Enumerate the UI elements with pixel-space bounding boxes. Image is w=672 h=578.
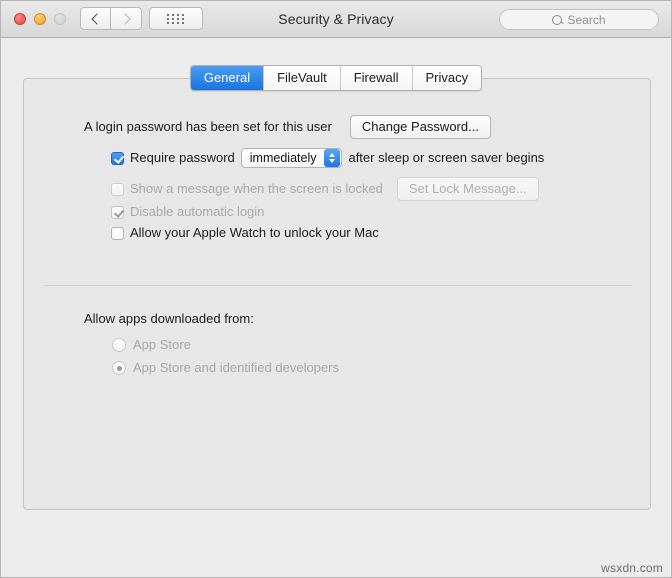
section-divider xyxy=(44,285,632,286)
app-store-identified-developers-radio xyxy=(112,361,126,375)
security-privacy-window: Security & Privacy Search General FileVa… xyxy=(0,0,672,578)
change-password-button[interactable]: Change Password... xyxy=(349,115,491,139)
search-input[interactable]: Search xyxy=(499,9,659,30)
apple-watch-row: Allow your Apple Watch to unlock your Ma… xyxy=(111,225,379,241)
require-password-delay-select[interactable]: immediately xyxy=(240,148,343,168)
tab-firewall[interactable]: Firewall xyxy=(339,66,412,90)
login-password-status: A login password has been set for this u… xyxy=(84,119,332,134)
gatekeeper-heading: Allow apps downloaded from: xyxy=(84,311,254,326)
lock-message-label: Show a message when the screen is locked xyxy=(130,181,383,196)
tab-filevault[interactable]: FileVault xyxy=(263,66,340,90)
lock-message-row: Show a message when the screen is locked… xyxy=(111,177,539,201)
require-password-checkbox[interactable] xyxy=(111,151,124,165)
tab-privacy[interactable]: Privacy xyxy=(411,66,482,90)
gatekeeper-option-app-store: App Store xyxy=(112,337,191,353)
require-password-row: Require password immediately after sleep… xyxy=(111,148,544,168)
require-password-suffix-label: after sleep or screen saver begins xyxy=(348,150,545,165)
watermark: wsxdn.com xyxy=(601,561,663,575)
search-icon xyxy=(552,14,563,25)
app-store-radio xyxy=(112,338,126,352)
apple-watch-checkbox[interactable] xyxy=(111,226,124,240)
disable-auto-login-checkbox xyxy=(111,205,124,219)
gatekeeper-option-identified-developers: App Store and identified developers xyxy=(112,360,339,376)
apple-watch-label: Allow your Apple Watch to unlock your Ma… xyxy=(130,225,379,240)
disable-auto-login-row: Disable automatic login xyxy=(111,204,264,220)
gatekeeper-heading-row: Allow apps downloaded from: xyxy=(84,311,254,327)
window-titlebar: Security & Privacy Search xyxy=(1,1,671,38)
require-password-delay-value: immediately xyxy=(249,151,317,165)
tab-general[interactable]: General xyxy=(190,66,264,90)
disable-auto-login-label: Disable automatic login xyxy=(130,204,265,219)
require-password-label: Require password xyxy=(130,150,235,165)
app-store-label: App Store xyxy=(133,337,191,352)
chevron-updown-icon xyxy=(324,149,341,167)
preference-tabs: General FileVault Firewall Privacy xyxy=(1,65,671,91)
login-password-row: A login password has been set for this u… xyxy=(84,115,491,139)
general-pane: A login password has been set for this u… xyxy=(23,78,651,510)
lock-message-checkbox xyxy=(111,182,124,196)
window-footer: Click the lock to make changes. Advanced… xyxy=(1,508,671,577)
set-lock-message-button: Set Lock Message... xyxy=(396,177,539,201)
search-placeholder: Search xyxy=(567,12,606,27)
app-store-identified-developers-label: App Store and identified developers xyxy=(133,360,339,375)
